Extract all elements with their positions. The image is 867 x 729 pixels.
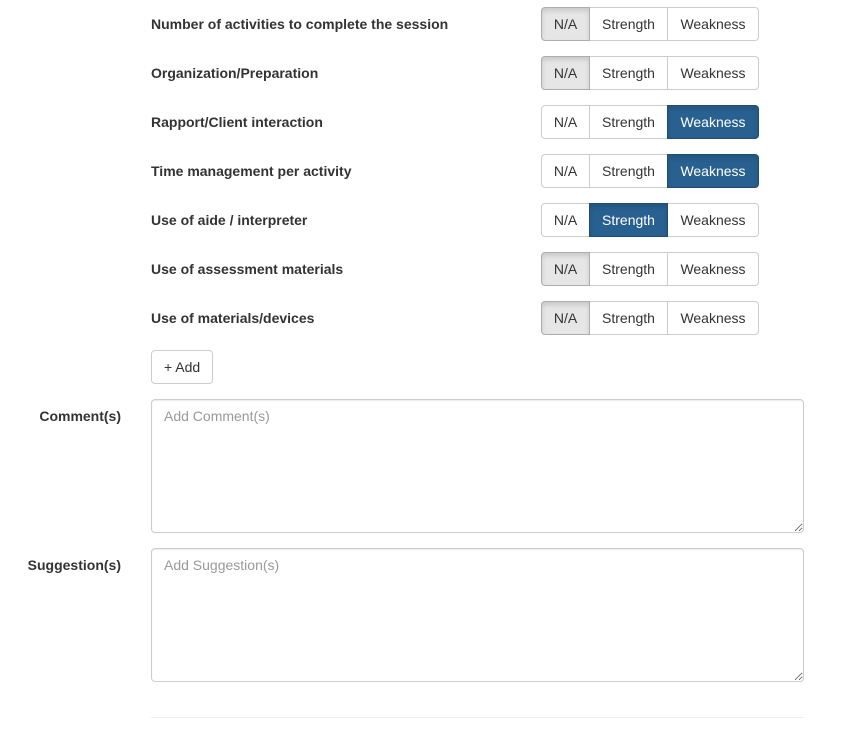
weakness-button[interactable]: Weakness	[667, 252, 759, 286]
evaluation-form: Number of activities to complete the ses…	[0, 0, 867, 729]
weakness-button[interactable]: Weakness	[667, 301, 759, 335]
strength-button[interactable]: Strength	[589, 7, 668, 41]
weakness-button[interactable]: Weakness	[667, 56, 759, 90]
rating-toggle-group: N/A Strength Weakness	[541, 56, 759, 90]
rating-toggle-group: N/A Strength Weakness	[541, 252, 759, 286]
rating-row: Organization/Preparation N/A Strength We…	[151, 56, 759, 90]
rating-label: Organization/Preparation	[151, 65, 319, 81]
na-button[interactable]: N/A	[541, 203, 590, 237]
rating-toggle-group: N/A Strength Weakness	[541, 203, 759, 237]
rating-row: Number of activities to complete the ses…	[151, 7, 759, 41]
weakness-button[interactable]: Weakness	[667, 7, 759, 41]
strength-button[interactable]: Strength	[589, 203, 668, 237]
suggestions-label: Suggestion(s)	[27, 557, 121, 573]
suggestions-textarea[interactable]	[151, 548, 804, 682]
rating-toggle-group: N/A Strength Weakness	[541, 301, 759, 335]
na-button[interactable]: N/A	[541, 301, 590, 335]
strength-button[interactable]: Strength	[589, 301, 668, 335]
rating-row: Time management per activity N/A Strengt…	[151, 154, 759, 188]
na-button[interactable]: N/A	[541, 252, 590, 286]
weakness-button[interactable]: Weakness	[667, 203, 759, 237]
strength-button[interactable]: Strength	[589, 56, 668, 90]
section-divider	[151, 717, 804, 718]
rating-label: Use of materials/devices	[151, 310, 315, 326]
comments-label: Comment(s)	[39, 408, 121, 424]
rating-toggle-group: N/A Strength Weakness	[541, 105, 759, 139]
strength-button[interactable]: Strength	[589, 252, 668, 286]
comments-textarea[interactable]	[151, 399, 804, 533]
rating-row: Use of materials/devices N/A Strength We…	[151, 301, 759, 335]
strength-button[interactable]: Strength	[589, 154, 668, 188]
strength-button[interactable]: Strength	[589, 105, 668, 139]
add-button[interactable]: + Add	[151, 350, 214, 384]
rating-row: Use of aide / interpreter N/A Strength W…	[151, 203, 759, 237]
rating-label: Use of aide / interpreter	[151, 212, 308, 228]
na-button[interactable]: N/A	[541, 7, 590, 41]
na-button[interactable]: N/A	[541, 105, 590, 139]
rating-label: Time management per activity	[151, 163, 352, 179]
rating-label: Rapport/Client interaction	[151, 114, 323, 130]
rating-label: Use of assessment materials	[151, 261, 344, 277]
weakness-button[interactable]: Weakness	[667, 105, 759, 139]
weakness-button[interactable]: Weakness	[667, 154, 759, 188]
rating-row: Rapport/Client interaction N/A Strength …	[151, 105, 759, 139]
rating-label: Number of activities to complete the ses…	[151, 16, 449, 32]
na-button[interactable]: N/A	[541, 154, 590, 188]
rating-row: Use of assessment materials N/A Strength…	[151, 252, 759, 286]
rating-toggle-group: N/A Strength Weakness	[541, 7, 759, 41]
na-button[interactable]: N/A	[541, 56, 590, 90]
rating-toggle-group: N/A Strength Weakness	[541, 154, 759, 188]
